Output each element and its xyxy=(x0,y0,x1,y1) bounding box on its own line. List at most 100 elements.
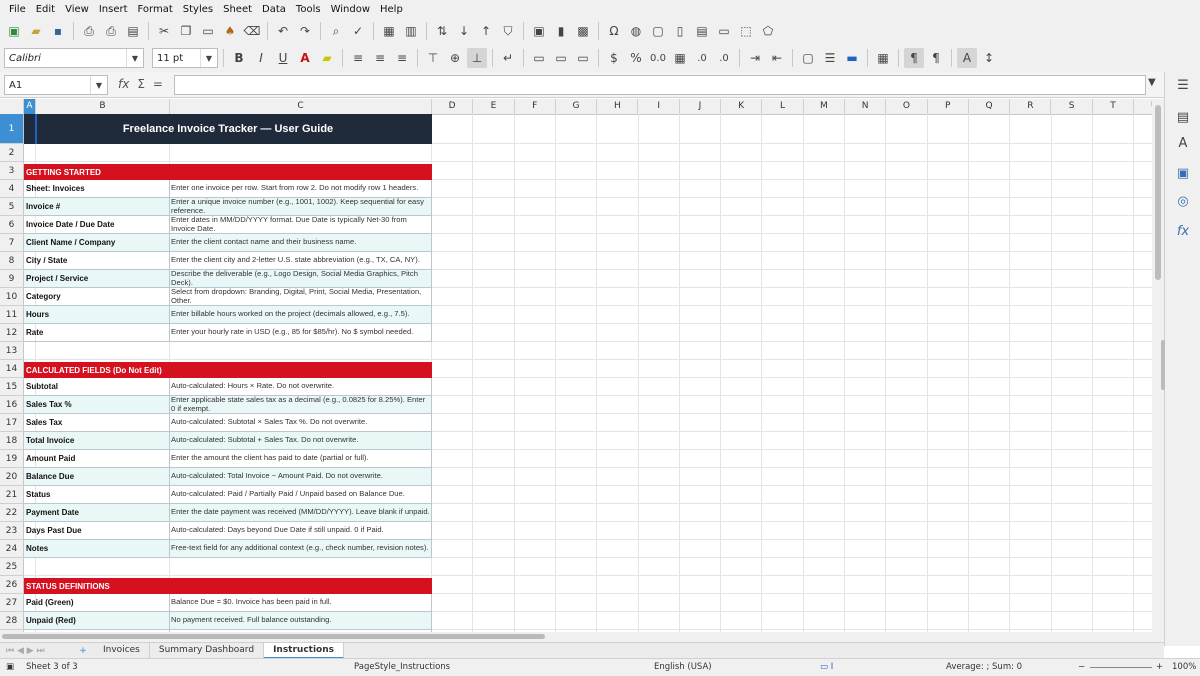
comment-icon[interactable]: ▢ xyxy=(648,21,668,41)
column-header-l[interactable]: L xyxy=(762,99,804,114)
field-label[interactable]: Payment Date xyxy=(24,504,170,522)
print-icon[interactable]: ⎙ xyxy=(101,21,121,41)
menu-view[interactable]: View xyxy=(60,4,94,15)
field-label[interactable]: Balance Due xyxy=(24,468,170,486)
sum-icon[interactable]: Σ xyxy=(137,77,145,91)
sort-ascending-icon[interactable]: ↓ xyxy=(454,21,474,41)
field-label[interactable]: Total Invoice xyxy=(24,432,170,450)
field-description[interactable]: Auto-calculated: Hours × Rate. Do not ov… xyxy=(170,378,432,396)
row-header-1[interactable]: 1 xyxy=(0,114,24,144)
column-header-k[interactable]: K xyxy=(721,99,763,114)
field-label[interactable]: Hours xyxy=(24,306,170,324)
date-format-icon[interactable]: ▦ xyxy=(670,48,690,68)
add-decimal-icon[interactable]: .0 xyxy=(692,48,712,68)
sort-descending-icon[interactable]: ↑ xyxy=(476,21,496,41)
menu-file[interactable]: File xyxy=(4,4,31,15)
autofilter-icon[interactable]: ⛉ xyxy=(498,21,518,41)
field-label[interactable]: Days Past Due xyxy=(24,522,170,540)
copy-icon[interactable]: ❐ xyxy=(176,21,196,41)
row-header-25[interactable]: 25 xyxy=(0,558,24,576)
row-header-17[interactable]: 17 xyxy=(0,414,24,432)
menu-edit[interactable]: Edit xyxy=(31,4,60,15)
font-size-box[interactable]: 11 pt ▼ xyxy=(152,48,218,68)
spreadsheet-grid[interactable]: ABCDEFGHIJKLMNOPQRSTU 123456789101112131… xyxy=(0,99,1152,632)
define-print-area-icon[interactable]: ▤ xyxy=(692,21,712,41)
find-replace-icon[interactable]: ⌕ xyxy=(326,21,346,41)
column-header-n[interactable]: N xyxy=(845,99,887,114)
align-center-icon[interactable]: ≡ xyxy=(370,48,390,68)
wrap-text-icon[interactable]: ↵ xyxy=(498,48,518,68)
column-header-f[interactable]: F xyxy=(515,99,556,114)
chevron-down-icon[interactable]: ▼ xyxy=(200,49,217,67)
column-header-q[interactable]: Q xyxy=(969,99,1011,114)
sidebar-resize-handle[interactable] xyxy=(1161,340,1165,390)
function-wizard-icon[interactable]: fx xyxy=(118,77,129,91)
field-description[interactable]: Balance Due = $0. Invoice has been paid … xyxy=(170,594,432,612)
border-color-icon[interactable]: ▬ xyxy=(842,48,862,68)
align-left-icon[interactable]: ≡ xyxy=(348,48,368,68)
decrease-indent-icon[interactable]: ⇤ xyxy=(767,48,787,68)
borders-icon[interactable]: ▢ xyxy=(798,48,818,68)
column-header-b[interactable]: B xyxy=(36,99,170,114)
zoom-out-icon[interactable]: − xyxy=(1078,662,1085,672)
section-header[interactable]: CALCULATED FIELDS (Do Not Edit) xyxy=(24,362,432,378)
field-label[interactable]: Sheet: Invoices xyxy=(24,180,170,198)
column-header-a[interactable]: A xyxy=(24,99,36,114)
percent-format-icon[interactable]: % xyxy=(626,48,646,68)
vertical-scroll-thumb[interactable] xyxy=(1155,105,1161,280)
column-header-r[interactable]: R xyxy=(1010,99,1052,114)
align-middle-icon[interactable]: ⊕ xyxy=(445,48,465,68)
column-header-c[interactable]: C xyxy=(170,99,432,114)
zoom-in-icon[interactable]: + xyxy=(1156,662,1163,672)
number-format-icon[interactable]: 0.0 xyxy=(648,48,668,68)
row-header-2[interactable]: 2 xyxy=(0,144,24,162)
column-header-g[interactable]: G xyxy=(556,99,598,114)
column-header-o[interactable]: O xyxy=(886,99,928,114)
undo-icon[interactable]: ↶ xyxy=(273,21,293,41)
show-draw-functions-icon[interactable]: ⬠ xyxy=(758,21,778,41)
row-header-10[interactable]: 10 xyxy=(0,288,24,306)
field-description[interactable]: Free-text field for any additional conte… xyxy=(170,540,432,558)
row-header-9[interactable]: 9 xyxy=(0,270,24,288)
section-header[interactable]: STATUS DEFINITIONS xyxy=(24,578,432,594)
print-preview-icon[interactable]: ▤ xyxy=(123,21,143,41)
field-description[interactable]: Enter billable hours worked on the proje… xyxy=(170,306,432,324)
row-header-5[interactable]: 5 xyxy=(0,198,24,216)
field-description[interactable]: Describe the deliverable (e.g., Logo Des… xyxy=(170,270,432,288)
row-header-14[interactable]: 14 xyxy=(0,360,24,378)
field-description[interactable]: Auto-calculated: Subtotal + Sales Tax. D… xyxy=(170,432,432,450)
column-header-u[interactable]: U xyxy=(1134,99,1152,114)
pivot-table-icon[interactable]: ▩ xyxy=(573,21,593,41)
field-label[interactable]: Unpaid (Red) xyxy=(24,612,170,630)
field-label[interactable]: Client Name / Company xyxy=(24,234,170,252)
font-color-icon[interactable]: A xyxy=(295,48,315,68)
sheet-title[interactable]: Freelance Invoice Tracker — User Guide xyxy=(24,114,432,144)
row-header-11[interactable]: 11 xyxy=(0,306,24,324)
select-all-corner[interactable] xyxy=(0,99,24,114)
sheet-tab-summary-dashboard[interactable]: Summary Dashboard xyxy=(150,643,265,659)
zoom-level[interactable]: 100% xyxy=(1172,662,1196,672)
align-bottom-icon[interactable]: ⊥ xyxy=(467,48,487,68)
selection-mode-icon[interactable]: ▭ I xyxy=(820,662,833,672)
conditional-format-icon[interactable]: ▦ xyxy=(873,48,893,68)
insert-chart-icon[interactable]: ▮ xyxy=(551,21,571,41)
special-character-icon[interactable]: Ω xyxy=(604,21,624,41)
column-header-m[interactable]: M xyxy=(804,99,845,114)
navigator-icon[interactable]: ◎ xyxy=(1174,192,1192,210)
field-description[interactable]: Enter the client contact name and their … xyxy=(170,234,432,252)
underline-icon[interactable]: U xyxy=(273,48,293,68)
row-header-19[interactable]: 19 xyxy=(0,450,24,468)
currency-format-icon[interactable]: $ xyxy=(604,48,624,68)
row-header-20[interactable]: 20 xyxy=(0,468,24,486)
merge-cells-icon[interactable]: ▭ xyxy=(551,48,571,68)
chevron-down-icon[interactable]: ▼ xyxy=(126,49,143,67)
field-description[interactable]: Enter the date payment was received (MM/… xyxy=(170,504,432,522)
redo-icon[interactable]: ↷ xyxy=(295,21,315,41)
increase-indent-icon[interactable]: ⇥ xyxy=(745,48,765,68)
field-description[interactable]: Auto-calculated: Paid / Partially Paid /… xyxy=(170,486,432,504)
text-direction-rtl-icon[interactable]: ¶ xyxy=(926,48,946,68)
field-description[interactable]: Auto-calculated: Total Invoice − Amount … xyxy=(170,468,432,486)
field-label[interactable]: Invoice Date / Due Date xyxy=(24,216,170,234)
row-header-24[interactable]: 24 xyxy=(0,540,24,558)
column-header-i[interactable]: I xyxy=(639,99,680,114)
